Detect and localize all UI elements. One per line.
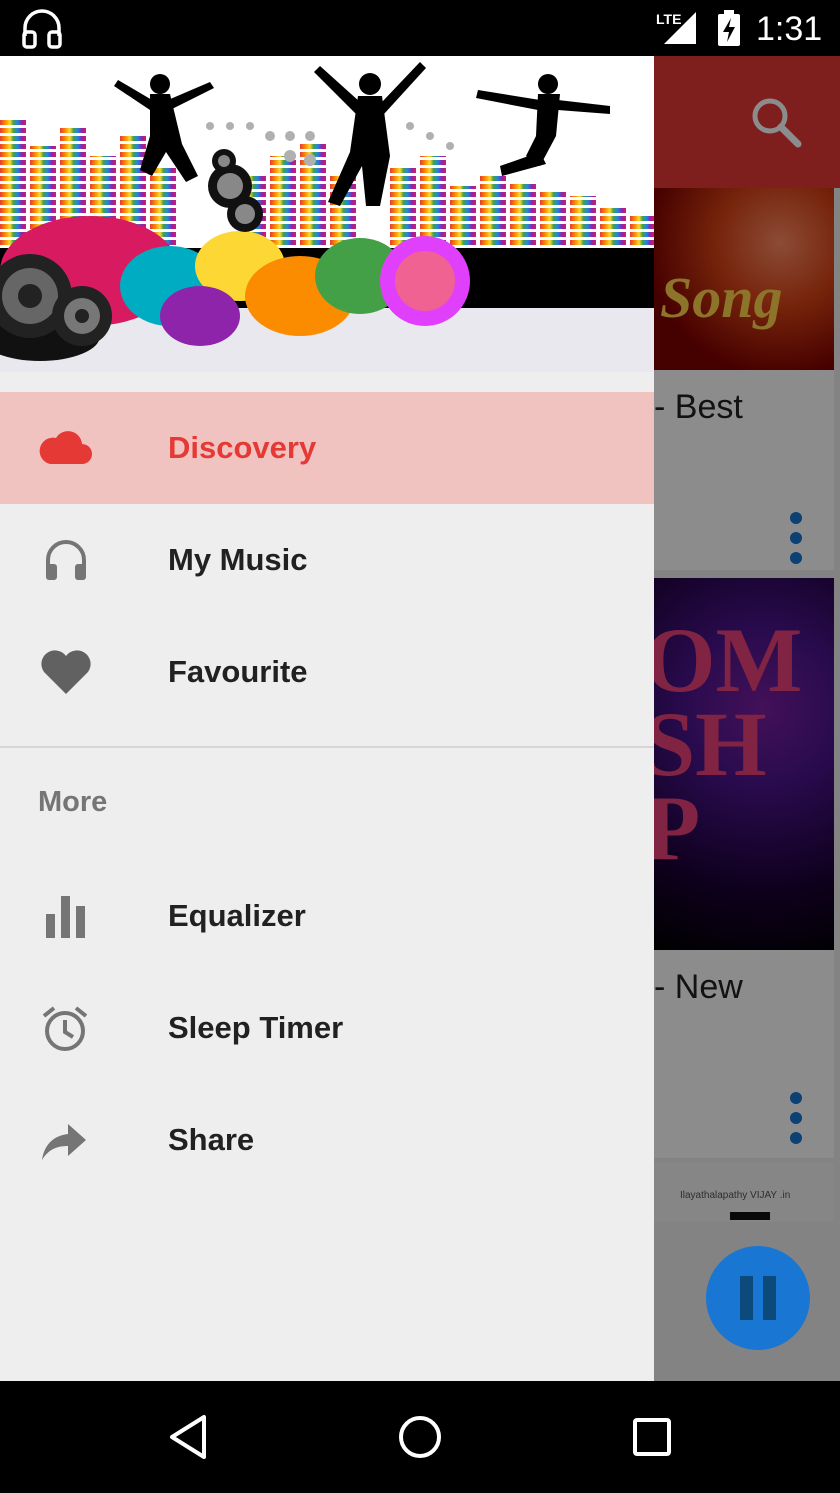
share-arrow-icon <box>42 1124 86 1160</box>
navigation-drawer: Discovery My Music Favourite More Equali… <box>0 56 654 1381</box>
battery-charging-icon <box>718 10 740 46</box>
drawer-item-label: Sleep Timer <box>168 1010 344 1045</box>
cloud-icon <box>39 431 92 464</box>
home-icon[interactable] <box>390 1407 450 1467</box>
system-nav-bar <box>0 1381 840 1493</box>
status-bar: LTE 1:31 <box>0 0 840 56</box>
drawer-item-share[interactable]: Share <box>0 1084 654 1196</box>
background-app: Song - Best OM SH P - New Ilayathalapath… <box>654 56 840 1381</box>
headset-icon <box>22 9 62 49</box>
music-banner-graphic <box>0 56 654 372</box>
drawer-item-my-music[interactable]: My Music <box>0 504 654 616</box>
drawer-item-label: Discovery <box>168 430 317 465</box>
heart-icon <box>41 650 91 694</box>
drawer-item-sleep-timer[interactable]: Sleep Timer <box>0 972 654 1084</box>
section-header-more: More <box>0 748 654 860</box>
drawer-item-label: Equalizer <box>168 898 306 933</box>
clock: 1:31 <box>756 10 823 48</box>
section-title: More <box>38 786 108 818</box>
equalizer-icon <box>46 896 85 938</box>
pause-icon <box>740 1276 753 1320</box>
recent-apps-icon[interactable] <box>622 1407 682 1467</box>
drawer-header-image <box>0 56 654 372</box>
alarm-clock-icon <box>42 1006 88 1051</box>
drawer-item-label: My Music <box>168 542 308 577</box>
drawer-item-favourite[interactable]: Favourite <box>0 616 654 728</box>
svg-text:LTE: LTE <box>656 11 681 27</box>
drawer-item-label: Share <box>168 1122 255 1157</box>
pause-button[interactable] <box>706 1246 810 1350</box>
drawer-item-equalizer[interactable]: Equalizer <box>0 860 654 972</box>
drawer-item-discovery[interactable]: Discovery <box>0 392 654 504</box>
back-icon[interactable] <box>160 1407 220 1467</box>
lte-signal-icon: LTE <box>656 11 696 44</box>
drawer-item-label: Favourite <box>168 654 308 689</box>
headphones-icon <box>46 540 86 580</box>
scrim[interactable] <box>654 56 840 1381</box>
drawer-menu: Discovery My Music Favourite More Equali… <box>0 392 654 1196</box>
